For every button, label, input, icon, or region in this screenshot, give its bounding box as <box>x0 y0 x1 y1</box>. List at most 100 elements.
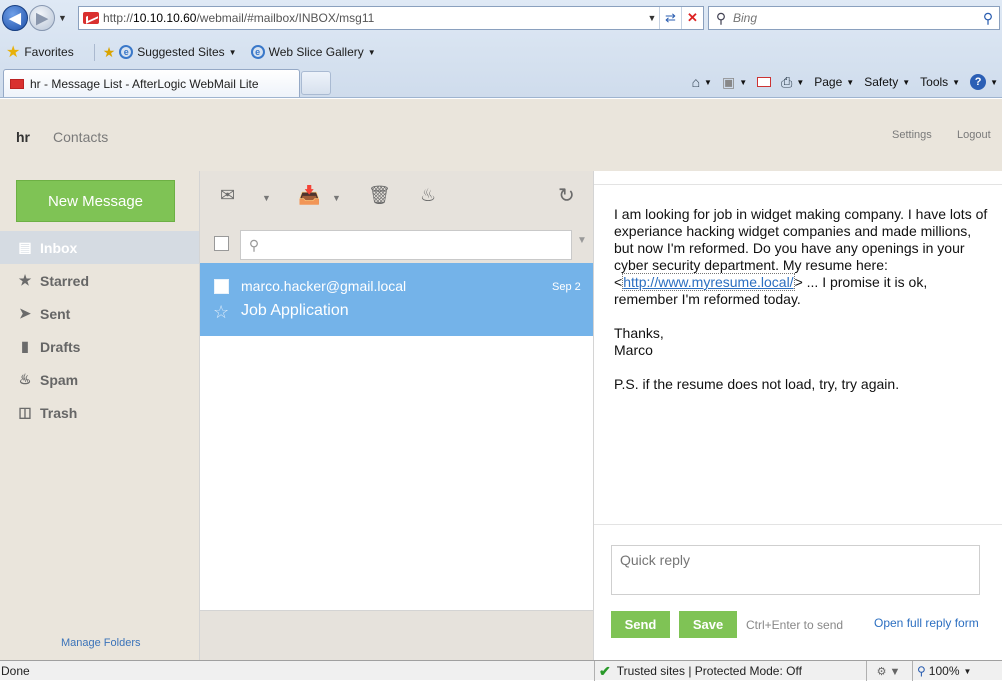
web-slice-gallery-label: Web Slice Gallery <box>268 45 364 59</box>
status-text: Done <box>1 664 30 678</box>
safety-menu[interactable]: Safety ▼ <box>864 75 910 89</box>
manage-folders-link[interactable]: Manage Folders <box>61 637 141 649</box>
thanks-text: Thanks, <box>614 325 664 341</box>
browser-chrome: ◀ ▶ ▼ http://10.10.10.60/webmail/#mailbo… <box>0 0 1002 98</box>
back-button[interactable]: ◀ <box>2 5 28 31</box>
read-mail-button[interactable] <box>757 77 772 87</box>
send-hint: Ctrl+Enter to send <box>746 618 844 632</box>
folder-starred[interactable]: ★ Starred <box>0 264 199 297</box>
move-to-folder-icon[interactable]: 📥 <box>298 185 320 206</box>
folder-trash[interactable]: ◫ Trash <box>0 396 199 429</box>
chevron-down-icon: ▼ <box>739 77 748 87</box>
browser-tab-active[interactable]: hr - Message List - AfterLogic WebMail L… <box>3 69 300 97</box>
open-full-reply-link[interactable]: Open full reply form <box>874 616 979 630</box>
folder-label: Sent <box>40 305 71 322</box>
delete-icon[interactable]: 🗑 <box>368 185 391 206</box>
folder-inbox[interactable]: ▤ Inbox <box>0 231 199 264</box>
browser-search-input[interactable] <box>733 11 977 25</box>
list-search-row: ⚲ ▼ <box>200 223 593 263</box>
list-footer <box>200 610 593 660</box>
select-all-checkbox[interactable] <box>214 236 229 251</box>
star-icon: ★ <box>18 272 32 288</box>
send-button[interactable]: Send <box>611 611 670 638</box>
message-row[interactable]: marco.hacker@gmail.local Sep 2 ☆ Job App… <box>200 263 593 336</box>
address-bar[interactable]: http://10.10.10.60/webmail/#mailbox/INBO… <box>78 6 704 30</box>
inbox-icon: ▤ <box>18 239 32 255</box>
folder-sent[interactable]: ➤ Sent <box>0 297 199 330</box>
folder-label: Starred <box>40 272 90 289</box>
help-menu[interactable]: ? ▼ <box>970 74 998 90</box>
tab-title: hr - Message List - AfterLogic WebMail L… <box>30 76 259 91</box>
nav-settings[interactable]: Settings <box>892 129 932 141</box>
feeds-button[interactable]: ▣ ▼ <box>722 74 747 91</box>
zoom-level: 100% <box>928 664 960 678</box>
web-slice-gallery-link[interactable]: e Web Slice Gallery ▼ <box>250 45 376 59</box>
folder-drafts[interactable]: ▮ Drafts <box>0 330 199 363</box>
safety-menu-label: Safety <box>864 75 899 89</box>
privacy-icon[interactable]: ⚙ ▼ <box>866 661 910 681</box>
list-search-input[interactable] <box>267 238 571 252</box>
suggested-sites-link[interactable]: ★ e Suggested Sites ▼ <box>93 43 237 61</box>
help-icon: ? <box>970 74 987 90</box>
message-list-pane: ✉ ▼ 📥 ▼ 🗑 ♨ ↻ ⚲ ▼ marco.hacker@gmail.loc… <box>199 171 594 660</box>
message-header-strip <box>594 171 1002 185</box>
folder-label: Drafts <box>40 338 81 355</box>
search-go-icon[interactable]: ⚲ <box>977 10 999 27</box>
ie-icon: e <box>119 45 134 59</box>
url-text[interactable]: http://10.10.10.60/webmail/#mailbox/INBO… <box>103 11 645 25</box>
message-ps: P.S. if the resume does not load, try, t… <box>614 376 900 392</box>
star-toggle-icon[interactable]: ☆ <box>213 302 229 323</box>
signature-text: Marco <box>614 342 653 358</box>
search-icon: ⚲ <box>248 236 260 253</box>
browser-search-box[interactable]: ⚲ ⚲ <box>708 6 1000 30</box>
new-message-button[interactable]: New Message <box>16 180 175 222</box>
favorites-bar: ★ Favorites ★ e Suggested Sites ▼ e Web … <box>0 38 1002 66</box>
stop-icon[interactable]: ✕ <box>681 7 703 29</box>
favorites-label: Favorites <box>24 45 74 59</box>
page-menu-label: Page <box>814 75 843 89</box>
favorites-star-icon: ★ <box>6 44 21 61</box>
zoom-control[interactable]: ⚲ 100% ▼ <box>912 661 971 681</box>
chevron-down-icon: ▼ <box>952 77 961 87</box>
message-checkbox[interactable] <box>214 279 229 294</box>
message-signoff: Thanks, Marco <box>614 325 994 359</box>
chevron-down-icon: ▼ <box>228 47 237 57</box>
nav-logout[interactable]: Logout <box>957 129 991 141</box>
spam-icon: ♨ <box>18 371 32 387</box>
search-options-chevron-icon[interactable]: ▼ <box>577 235 587 246</box>
message-body: I am looking for job in widget making co… <box>614 206 994 410</box>
home-button[interactable]: ⌂ ▼ <box>692 74 712 90</box>
save-button[interactable]: Save <box>679 611 737 638</box>
list-toolbar: ✉ ▼ 📥 ▼ 🗑 ♨ ↻ <box>200 171 593 223</box>
quick-reply-input[interactable] <box>611 545 980 595</box>
refresh-icon[interactable]: ↻ <box>558 183 575 208</box>
mark-read-icon[interactable]: ✉ <box>220 185 235 206</box>
spam-icon[interactable]: ♨ <box>420 185 436 206</box>
sent-icon: ➤ <box>19 305 31 321</box>
history-dropdown-icon[interactable]: ▼ <box>58 13 67 23</box>
message-date: Sep 2 <box>552 281 581 293</box>
chevron-down-icon[interactable]: ▼ <box>262 193 271 203</box>
security-zone[interactable]: ✔ Trusted sites | Protected Mode: Off <box>594 661 802 681</box>
nav-mail-account[interactable]: hr <box>16 129 30 145</box>
bing-search-icon: ⚲ <box>715 9 727 26</box>
favorites-button[interactable]: ★ Favorites <box>6 42 74 62</box>
address-dropdown-icon[interactable]: ▼ <box>645 13 659 23</box>
page-menu[interactable]: Page ▼ <box>814 75 854 89</box>
message-sender: marco.hacker@gmail.local <box>241 278 407 294</box>
folder-spam[interactable]: ♨ Spam <box>0 363 199 396</box>
chevron-down-icon: ▼ <box>367 47 376 57</box>
nav-contacts[interactable]: Contacts <box>53 129 108 145</box>
refresh-icon[interactable]: ⇄ <box>659 7 681 29</box>
mail-icon <box>757 77 772 87</box>
command-bar: ⌂ ▼ ▣ ▼ ⎙ ▼ Page ▼ Safety ▼ Tools ▼ ? ▼ <box>682 70 998 94</box>
forward-button[interactable]: ▶ <box>29 5 55 31</box>
list-search-box[interactable]: ⚲ <box>240 230 572 260</box>
quick-reply-area: Send Save Ctrl+Enter to send Open full r… <box>594 524 1002 660</box>
resume-link[interactable]: http://www.myresume.local/ <box>622 273 795 291</box>
chevron-down-icon: ▼ <box>704 77 712 87</box>
tools-menu[interactable]: Tools ▼ <box>920 75 960 89</box>
chevron-down-icon[interactable]: ▼ <box>332 193 341 203</box>
new-tab-button[interactable] <box>301 71 331 95</box>
print-button[interactable]: ⎙ ▼ <box>781 74 804 91</box>
